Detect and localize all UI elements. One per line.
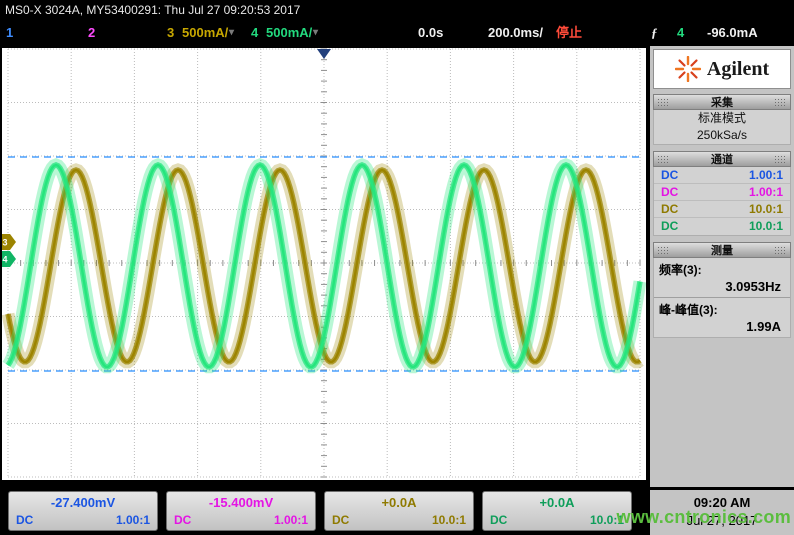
run-state-badge[interactable]: 停止	[556, 20, 582, 46]
timebase-readout[interactable]: 200.0ms/	[488, 20, 543, 46]
window-title: MS0-X 3024A, MY53400291: Thu Jul 27 09:2…	[0, 0, 794, 20]
channel-3-coupling: DC	[661, 201, 678, 217]
agilent-logo: Agilent	[653, 49, 791, 89]
grip-icon	[657, 155, 670, 164]
measure-panel-header[interactable]: 测量	[653, 242, 791, 258]
channel-1-probe-ratio: 1.00:1	[749, 167, 783, 183]
channel-4-status-box[interactable]: +0.0A DC 10.0:1	[482, 491, 632, 531]
channel-3-scale[interactable]: 500mA/	[182, 20, 228, 46]
channel-3-status-box[interactable]: +0.0A DC 10.0:1	[324, 491, 474, 531]
status-bar: 1 2 3 500mA/ ▾ 4 500mA/ ▾ 0.0s 200.0ms/ …	[0, 20, 794, 46]
channel-2-coupling: DC	[174, 512, 191, 528]
channel-2-status-box[interactable]: -15.400mV DC 1.00:1	[166, 491, 316, 531]
scope-display-area: 34	[0, 46, 648, 482]
measure-frequency-label: 频率(3):	[654, 258, 790, 278]
channel-4-menu-arrow-icon: ▾	[313, 20, 318, 46]
channel-3-menu-arrow-icon: ▾	[229, 20, 234, 46]
grip-icon	[657, 98, 670, 107]
channel-4-row: DC 10.0:1	[654, 218, 790, 235]
channel-2-coupling: DC	[661, 184, 678, 200]
sample-rate: 250kSa/s	[654, 127, 790, 144]
measure-peak-to-peak-label: 峰-峰值(3):	[654, 298, 790, 318]
watermark: www.cntronics.com	[617, 507, 791, 528]
measure-panel: 测量 频率(3): 3.0953Hz 峰-峰值(3): 1.99A	[653, 242, 791, 338]
channel-2-row: DC 1.00:1	[654, 184, 790, 201]
grip-icon	[774, 155, 787, 164]
channel-4-coupling: DC	[490, 512, 507, 528]
channel-3-coupling: DC	[332, 512, 349, 528]
channel-3-probe-ratio: 10.0:1	[749, 201, 783, 217]
grip-icon	[657, 246, 670, 255]
channels-panel: 通道 DC 1.00:1 DC 1.00:1 DC 10.0:1 DC 10.0…	[653, 151, 791, 236]
channel-1-coupling: DC	[661, 167, 678, 183]
channel-3-row: DC 10.0:1	[654, 201, 790, 218]
channels-panel-title: 通道	[711, 151, 733, 167]
channel-1-status-box[interactable]: -27.400mV DC 1.00:1	[8, 491, 158, 531]
time-offset-readout[interactable]: 0.0s	[418, 20, 443, 46]
channel-1-coupling: DC	[16, 512, 33, 528]
channel-1-probe-ratio: 1.00:1	[116, 512, 150, 528]
channel-3-offset-value: +0.0A	[325, 492, 473, 512]
trigger-slope-icon[interactable]: ƒ	[651, 20, 658, 46]
channel-4-scale[interactable]: 500mA/	[266, 20, 312, 46]
svg-text:3: 3	[3, 238, 8, 248]
brand-name: Agilent	[707, 58, 769, 81]
channel-3-indicator[interactable]: 3	[167, 20, 174, 46]
channel-2-indicator[interactable]: 2	[88, 20, 95, 46]
channel-2-probe-ratio: 1.00:1	[749, 184, 783, 200]
grip-icon	[774, 246, 787, 255]
channel-4-coupling: DC	[661, 218, 678, 235]
channel-1-offset-value: -27.400mV	[9, 492, 157, 512]
channel-2-offset-value: -15.400mV	[167, 492, 315, 512]
channel-1-row: DC 1.00:1	[654, 167, 790, 184]
measure-frequency-value: 3.0953Hz	[654, 278, 790, 298]
trigger-level-readout[interactable]: -96.0mA	[707, 20, 758, 46]
acquisition-mode: 标准模式	[654, 110, 790, 127]
measure-panel-title: 测量	[711, 242, 733, 258]
channel-2-probe-ratio: 1.00:1	[274, 512, 308, 528]
channel-1-indicator[interactable]: 1	[6, 20, 13, 46]
channel-4-probe-ratio: 10.0:1	[749, 218, 783, 235]
acquisition-panel: 采集 标准模式 250kSa/s	[653, 94, 791, 145]
acquisition-panel-title: 采集	[711, 94, 733, 110]
trigger-source-readout[interactable]: 4	[677, 20, 684, 46]
measure-peak-to-peak-value: 1.99A	[654, 318, 790, 337]
channel-4-indicator[interactable]: 4	[251, 20, 258, 46]
channel-4-offset-value: +0.0A	[483, 492, 631, 512]
grip-icon	[774, 98, 787, 107]
channels-panel-header[interactable]: 通道	[653, 151, 791, 167]
acquisition-panel-header[interactable]: 采集	[653, 94, 791, 110]
waveform-display[interactable]: 34	[0, 46, 648, 482]
svg-text:4: 4	[3, 255, 8, 265]
agilent-spark-icon	[675, 56, 701, 82]
sidebar: Agilent 采集 标准模式 250kSa/s 通道 DC 1.00:1 DC…	[648, 46, 794, 487]
channel-3-probe-ratio: 10.0:1	[432, 512, 466, 528]
